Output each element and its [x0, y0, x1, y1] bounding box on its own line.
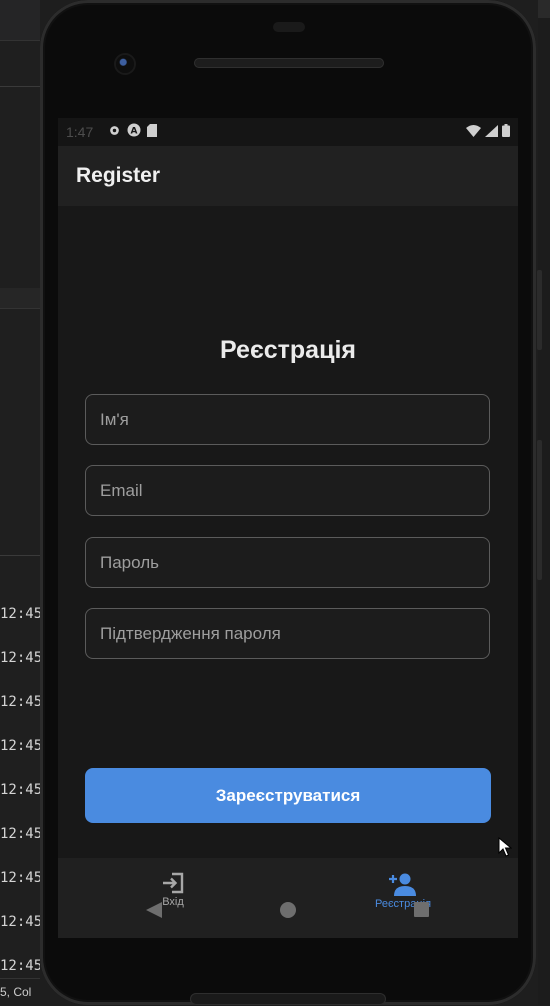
log-timestamp: 12:45	[0, 694, 40, 710]
log-timestamp: 12:45	[0, 826, 40, 842]
app-bar-title: Register	[76, 164, 161, 187]
ide-status-bar: 5, Col	[0, 978, 40, 1006]
name-field[interactable]: Ім'я	[85, 394, 490, 445]
app-screen: 1:47 A Register Реєстрація Ім'я Email Па…	[58, 118, 518, 938]
register-button[interactable]: Зареєструватися	[85, 768, 491, 823]
bottom-speaker	[190, 993, 386, 1005]
page-title: Реєстрація	[220, 336, 356, 364]
register-form: Реєстрація Ім'я Email Пароль Підтверджен…	[58, 206, 518, 858]
home-icon[interactable]	[280, 902, 296, 918]
log-timestamp: 12:45	[0, 870, 40, 886]
volume-button	[537, 440, 542, 580]
log-timestamp: 12:45	[0, 738, 40, 754]
log-timestamp: 12:45	[0, 958, 40, 974]
bottom-navigation: Вхід Реєстрація	[58, 858, 518, 938]
nav-label-login: Вхід	[162, 896, 184, 908]
gear-icon	[110, 125, 119, 135]
login-icon	[163, 872, 184, 894]
sd-card-icon	[147, 123, 157, 137]
nav-item-register[interactable]: Реєстрація	[348, 872, 458, 910]
camera-icon	[116, 55, 134, 73]
app-bar: Register	[58, 146, 518, 206]
back-icon[interactable]	[146, 902, 162, 918]
status-time: 1:47	[66, 124, 94, 140]
password-field[interactable]: Пароль	[85, 537, 490, 588]
wifi-icon	[466, 124, 481, 137]
svg-text:A: A	[131, 127, 138, 137]
power-button	[537, 270, 542, 350]
signal-icon	[485, 124, 498, 137]
speaker-grille	[194, 58, 384, 68]
email-field[interactable]: Email	[85, 465, 490, 516]
ide-tab-bar	[0, 0, 40, 41]
nav-item-login[interactable]: Вхід	[118, 872, 228, 908]
ide-divider	[0, 555, 40, 556]
earpiece-slot	[273, 22, 305, 32]
ide-panel-header	[0, 288, 40, 309]
a-badge-icon: A	[127, 123, 141, 137]
log-timestamp: 12:45	[0, 606, 40, 622]
ide-background-panel: 12:45 12:45 12:45 12:45 12:45 12:45 12:4…	[0, 0, 40, 1006]
ide-divider	[0, 86, 40, 87]
mouse-cursor-icon	[498, 837, 512, 857]
log-timestamp: 12:45	[0, 650, 40, 666]
log-timestamp: 12:45	[0, 914, 40, 930]
battery-icon	[502, 124, 510, 137]
log-timestamp: 12:45	[0, 782, 40, 798]
recents-icon[interactable]	[414, 902, 429, 917]
status-bar: 1:47 A	[58, 118, 518, 146]
confirm-password-field[interactable]: Підтвердження пароля	[85, 608, 490, 659]
person-add-icon	[389, 873, 416, 896]
